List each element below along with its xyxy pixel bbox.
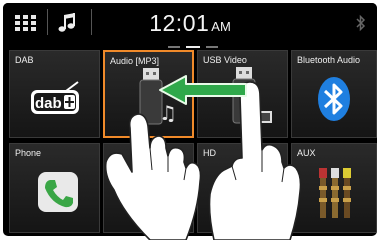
page-indicator bbox=[168, 45, 218, 49]
tile-media-blank[interactable] bbox=[103, 143, 194, 233]
tile-phone[interactable]: Phone bbox=[9, 143, 100, 233]
bluetooth-status-icon bbox=[355, 14, 367, 32]
status-bar: 12:01 AM bbox=[3, 3, 377, 43]
tile-label: AUX bbox=[297, 148, 316, 158]
rca-cable-icon bbox=[319, 168, 351, 218]
tile-label: Bluetooth Audio bbox=[297, 55, 361, 65]
tile-hdmi[interactable]: HD bbox=[197, 143, 288, 233]
phone-icon bbox=[38, 172, 78, 212]
tile-label: Phone bbox=[15, 148, 42, 158]
tile-usb-video[interactable]: USB Video bbox=[197, 50, 288, 138]
clock: 12:01 AM bbox=[3, 10, 377, 37]
tile-audio-mp3[interactable]: Audio [MP3] ♫ bbox=[103, 50, 194, 138]
usb-audio-icon: ♫ bbox=[139, 68, 177, 125]
tile-label: DAB bbox=[15, 55, 34, 65]
tile-dab[interactable]: DAB dab bbox=[9, 50, 100, 138]
svg-text:♫: ♫ bbox=[159, 101, 177, 125]
head-unit-screen: 12:01 AM DAB dab Audio [MP3] ♫ USB Video… bbox=[3, 3, 377, 236]
usb-video-icon bbox=[232, 67, 272, 124]
hdmi-icon bbox=[235, 174, 259, 205]
tile-label: Audio [MP3] bbox=[110, 56, 160, 66]
clock-ampm: AM bbox=[211, 19, 231, 34]
clock-time: 12:01 bbox=[149, 10, 210, 36]
tile-label: USB Video bbox=[203, 55, 247, 65]
tile-label: HD bbox=[203, 148, 216, 158]
tile-bluetooth-audio[interactable]: Bluetooth Audio bbox=[291, 50, 377, 138]
dab-radio-icon: dab bbox=[31, 81, 79, 114]
tile-aux[interactable]: AUX bbox=[291, 143, 377, 233]
bluetooth-icon bbox=[318, 77, 350, 121]
svg-text:dab: dab bbox=[35, 95, 62, 112]
